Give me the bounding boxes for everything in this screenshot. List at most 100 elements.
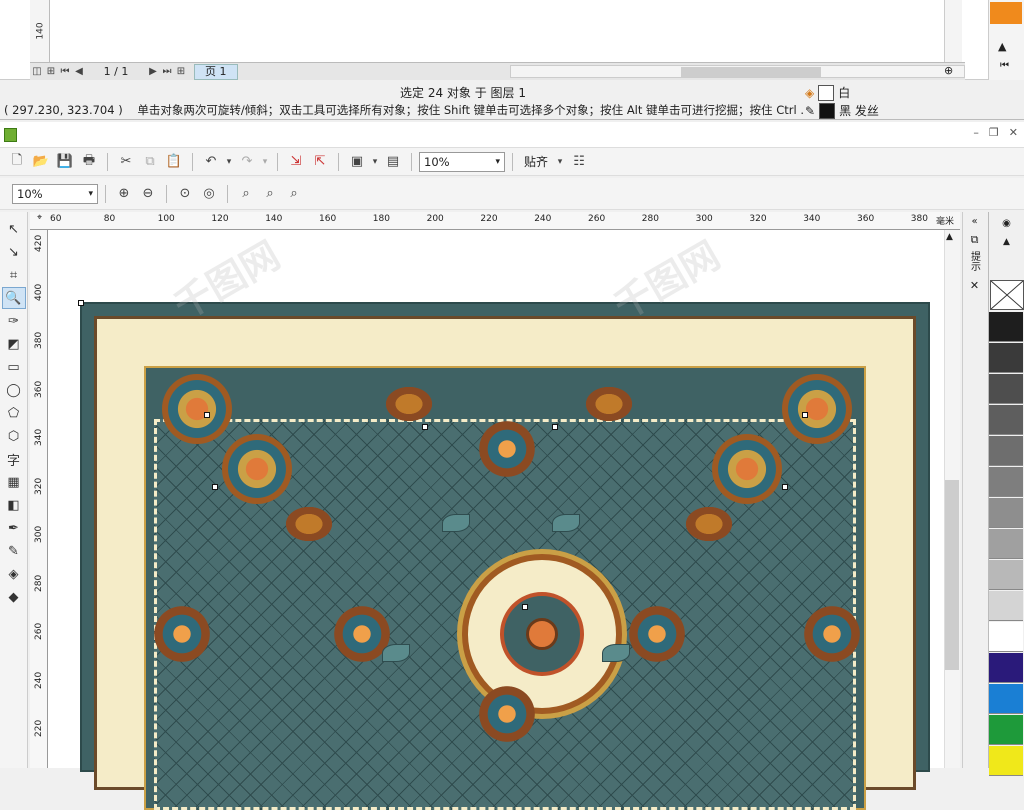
orange-panel-button[interactable]: [990, 2, 1022, 24]
no-color-swatch[interactable]: [990, 280, 1024, 310]
basic-shapes-tool-icon[interactable]: ⬡: [2, 425, 26, 447]
palette-scroll-up-icon[interactable]: ▲: [989, 237, 1024, 247]
fill-tool-icon[interactable]: ◈: [2, 563, 26, 585]
drawing-canvas[interactable]: 千图网 千图网: [48, 230, 960, 810]
zoom-to-page-icon[interactable]: ⌕: [235, 183, 257, 205]
pick-tool-icon[interactable]: ↖: [2, 218, 26, 240]
zoom-to-all-objects-icon[interactable]: ◎: [198, 183, 220, 205]
selection-handle[interactable]: [212, 484, 218, 490]
palette-color-swatch[interactable]: [989, 374, 1023, 404]
application-launcher-icon[interactable]: ▣: [346, 151, 368, 173]
zoom-tool-icon[interactable]: 🔍: [1, 287, 26, 309]
print-icon[interactable]: 🖶: [78, 151, 100, 173]
save-icon[interactable]: 💾: [54, 151, 76, 173]
page-add-icon[interactable]: ⊞: [44, 66, 58, 77]
snap-to-button[interactable]: 贴齐: [520, 153, 552, 170]
open-folder-icon[interactable]: 📂: [30, 151, 52, 173]
smart-fill-tool-icon[interactable]: ◩: [2, 333, 26, 355]
interactive-fill-tool-icon[interactable]: ◆: [2, 586, 26, 608]
palette-color-swatch[interactable]: [989, 498, 1023, 528]
carpet-design-selection[interactable]: [78, 300, 930, 810]
scroll-up-icon[interactable]: ▲: [946, 232, 953, 242]
table-tool-icon[interactable]: ▦: [2, 471, 26, 493]
horizontal-ruler[interactable]: 60 80 100 120 140 160 180 200 220 240 260 280 300 320…: [30, 212, 960, 230]
scroll-thumb[interactable]: [681, 67, 821, 77]
close-docker-icon[interactable]: ✕: [963, 279, 986, 292]
collapse-docker-icon[interactable]: «: [963, 216, 986, 227]
prev-page-icon[interactable]: ◀: [72, 66, 86, 77]
palette-color-swatch[interactable]: [989, 653, 1023, 683]
launcher-dropdown-icon[interactable]: ▾: [370, 151, 380, 173]
skip-first-icon[interactable]: ⏮: [1000, 60, 1009, 71]
background-horizontal-scrollbar[interactable]: [510, 65, 965, 78]
palette-color-swatch[interactable]: [989, 467, 1023, 497]
palette-color-swatch[interactable]: [989, 529, 1023, 559]
first-page-icon[interactable]: ⏮: [58, 66, 72, 77]
palette-color-swatch[interactable]: [989, 560, 1023, 590]
selection-handle[interactable]: [802, 412, 808, 418]
options-icon[interactable]: ☷: [568, 151, 590, 173]
zoom-out-icon[interactable]: ⊖: [137, 183, 159, 205]
ruler-origin-icon[interactable]: ⌖: [31, 213, 48, 230]
docker-tab-hints[interactable]: 提示: [968, 251, 982, 271]
selection-handle[interactable]: [78, 300, 84, 306]
palette-color-swatch[interactable]: [989, 591, 1023, 621]
vertical-scroll-thumb[interactable]: [945, 480, 959, 670]
zoom-level-select[interactable]: 10% ▾: [419, 151, 505, 172]
import-icon[interactable]: ⇲: [285, 151, 307, 173]
zoom-navigator-icon[interactable]: ⊕: [944, 64, 953, 77]
last-page-icon[interactable]: ⏭: [160, 66, 174, 77]
palette-color-swatch[interactable]: [989, 343, 1023, 373]
polygon-tool-icon[interactable]: ⬠: [2, 402, 26, 424]
fit-page-icon[interactable]: ◫: [30, 66, 44, 77]
selection-handle[interactable]: [552, 424, 558, 430]
page-add-end-icon[interactable]: ⊞: [174, 66, 188, 77]
palette-menu-icon[interactable]: ◉: [989, 218, 1024, 229]
redo-dropdown-icon[interactable]: ▾: [260, 151, 270, 173]
selection-handle[interactable]: [204, 412, 210, 418]
paste-icon[interactable]: 📋: [163, 151, 185, 173]
redo-icon[interactable]: ↷: [236, 151, 258, 173]
outline-indicator[interactable]: ✎ 黑 发丝: [805, 102, 879, 119]
collapse-arrow-icon[interactable]: ▲: [998, 40, 1006, 53]
copy-icon[interactable]: ⧉: [139, 151, 161, 173]
export-icon[interactable]: ⇱: [309, 151, 331, 173]
palette-color-swatch[interactable]: [989, 746, 1023, 776]
cut-icon[interactable]: ✂: [115, 151, 137, 173]
interactive-blend-tool-icon[interactable]: ◧: [2, 494, 26, 516]
crop-tool-icon[interactable]: ⌗: [2, 264, 26, 286]
palette-color-swatch[interactable]: [989, 684, 1023, 714]
vertical-ruler[interactable]: 420 400 380 360 340 320 300 280 260 240 220: [30, 230, 48, 768]
palette-color-swatch[interactable]: [989, 622, 1023, 652]
text-tool-icon[interactable]: 字: [2, 448, 26, 470]
zoom-in-icon[interactable]: ⊕: [113, 183, 135, 205]
undo-icon[interactable]: ↶: [200, 151, 222, 173]
welcome-screen-icon[interactable]: ▤: [382, 151, 404, 173]
selection-handle[interactable]: [522, 604, 528, 610]
palette-color-swatch[interactable]: [989, 715, 1023, 745]
shape-tool-icon[interactable]: ↘: [2, 241, 26, 263]
palette-color-swatch[interactable]: [989, 405, 1023, 435]
zoom-to-selected-icon[interactable]: ⊙: [174, 183, 196, 205]
zoom-to-page-height-icon[interactable]: ⌕: [283, 183, 305, 205]
ellipse-tool-icon[interactable]: ◯: [2, 379, 26, 401]
minimize-icon[interactable]: –: [973, 126, 979, 139]
undo-dropdown-icon[interactable]: ▾: [224, 151, 234, 173]
palette-color-swatch[interactable]: [989, 312, 1023, 342]
close-icon[interactable]: ✕: [1009, 126, 1018, 139]
palette-color-swatch[interactable]: [989, 436, 1023, 466]
rectangle-tool-icon[interactable]: ▭: [2, 356, 26, 378]
fill-indicator[interactable]: ◈ 白: [805, 84, 850, 101]
zoom-to-page-width-icon[interactable]: ⌕: [259, 183, 281, 205]
new-document-icon[interactable]: 🗋: [6, 151, 28, 173]
freehand-tool-icon[interactable]: ✑: [2, 310, 26, 332]
page-tab[interactable]: 页 1: [194, 63, 238, 80]
zoom-levels-select[interactable]: 10% ▾: [12, 183, 98, 204]
next-page-icon[interactable]: ▶: [146, 66, 160, 77]
selection-handle[interactable]: [422, 424, 428, 430]
selection-handle[interactable]: [782, 484, 788, 490]
outline-pen-tool-icon[interactable]: ✎: [2, 540, 26, 562]
hints-icon[interactable]: ⧉: [963, 233, 986, 247]
eyedropper-tool-icon[interactable]: ✒: [2, 517, 26, 539]
background-vertical-scrollbar[interactable]: [945, 0, 962, 64]
